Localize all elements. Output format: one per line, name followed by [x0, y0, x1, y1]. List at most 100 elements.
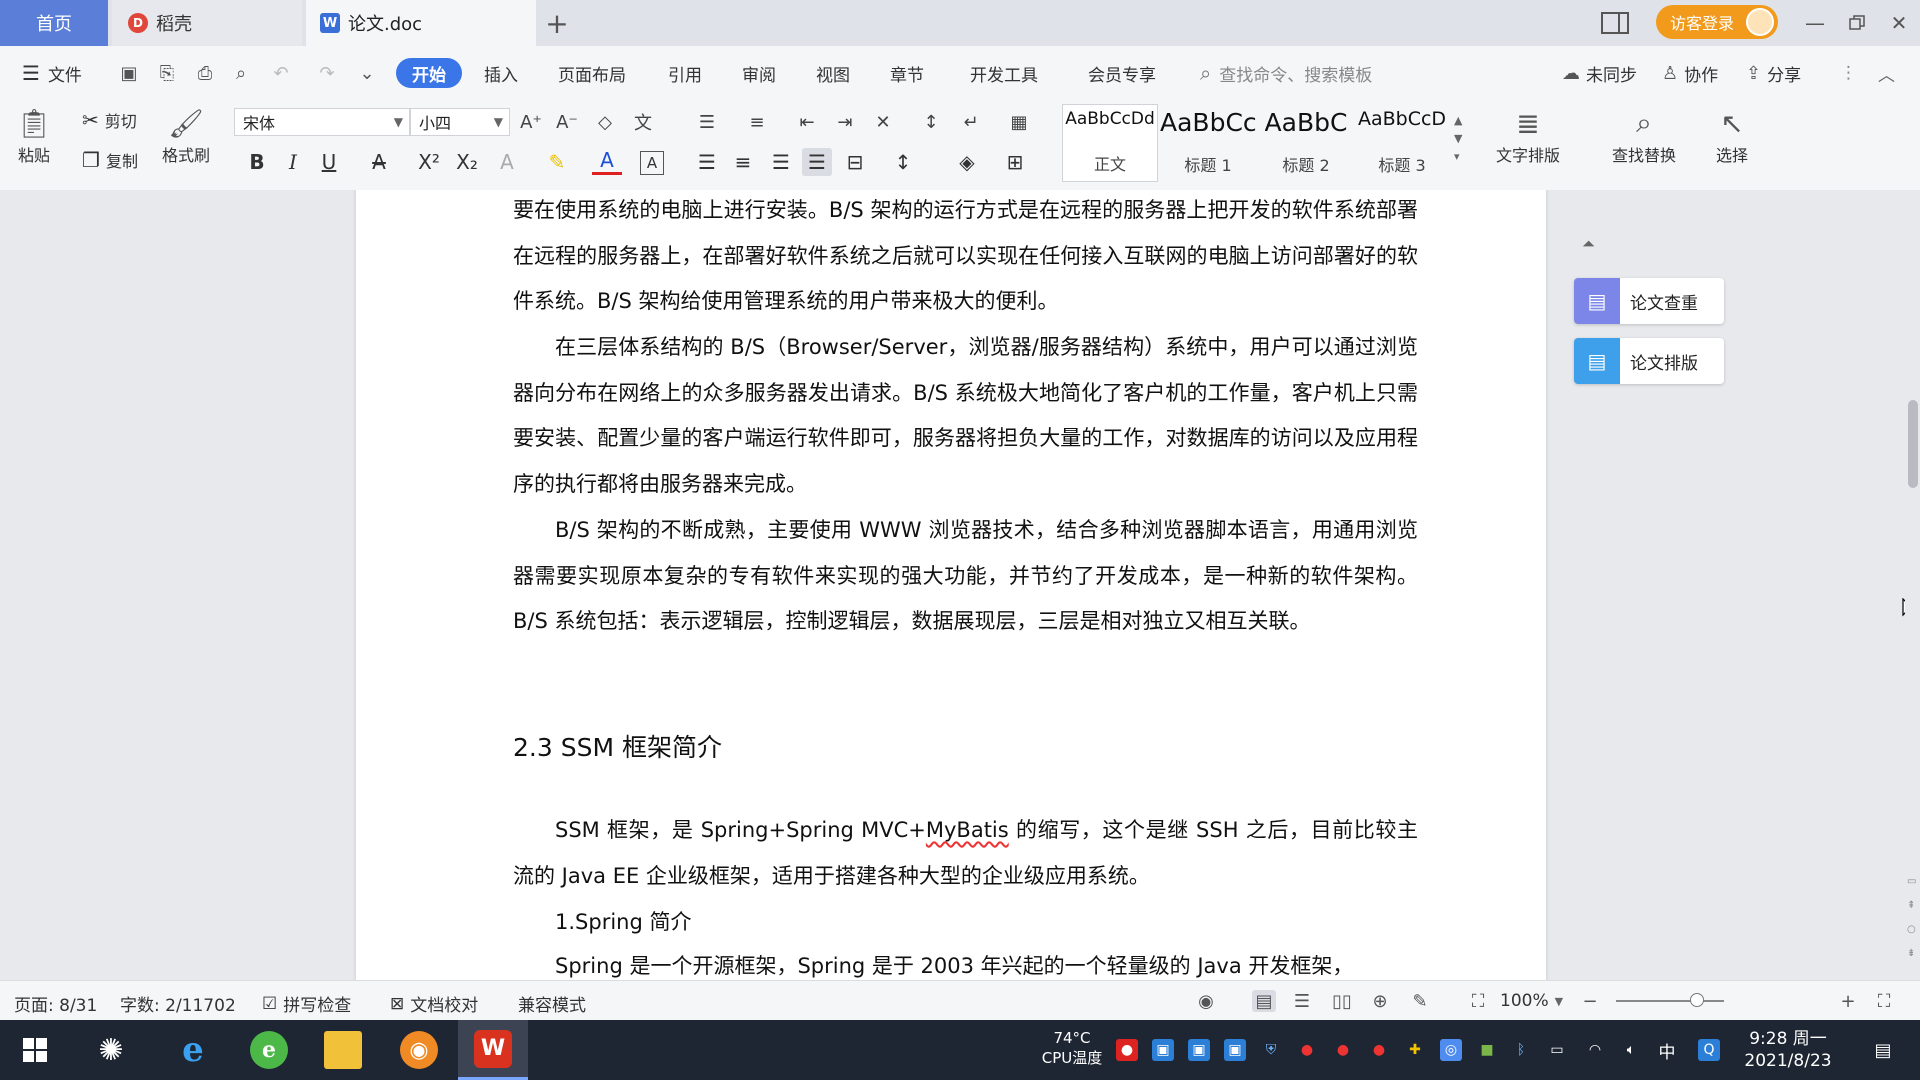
clear-format-icon[interactable]: ◇	[590, 108, 620, 136]
zoom-slider-knob[interactable]	[1690, 993, 1704, 1007]
borders-icon[interactable]: ⊞	[1000, 148, 1030, 176]
paragraph-ssm[interactable]: SSM 框架，是 Spring+Spring MVC+MyBatis 的缩写，这…	[513, 808, 1418, 899]
tab-developer[interactable]: 开发工具	[970, 58, 1038, 88]
proofread-button[interactable]: ⊠ 文档校对	[390, 991, 478, 1017]
decrease-font-icon[interactable]: A⁻	[552, 108, 582, 136]
align-left-icon[interactable]: ☰	[692, 148, 722, 176]
command-search[interactable]: ⌕ 查找命令、搜索模板	[1200, 58, 1372, 88]
align-right-icon[interactable]: ☰	[766, 148, 796, 176]
bold-icon[interactable]: B	[242, 148, 272, 176]
chevron-down-icon[interactable]: ⌄	[356, 62, 378, 84]
text-layout-button[interactable]: ≣ 文字排版	[1496, 104, 1560, 166]
paragraph-3[interactable]: B/S 架构的不断成熟，主要使用 WWW 浏览器技术，结合多种浏览器脚本语言，用…	[513, 508, 1418, 645]
word-count[interactable]: 字数: 2/11702	[120, 991, 236, 1016]
tray-search-icon[interactable]: Q	[1698, 1039, 1720, 1061]
zoom-slider[interactable]	[1616, 993, 1724, 1007]
tab-document[interactable]: W 论文.doc	[306, 0, 536, 46]
style-heading-2[interactable]: AaBbC 标题 2	[1258, 104, 1354, 182]
font-name-select[interactable]: 宋体 ▼	[234, 108, 410, 136]
tab-member[interactable]: 会员专享	[1088, 58, 1156, 88]
find-replace-button[interactable]: ⌕ 查找替换	[1612, 104, 1676, 166]
new-tab-button[interactable]: +	[540, 6, 574, 40]
collaborate-button[interactable]: ♙ 协作	[1662, 58, 1718, 88]
chinese-layout-icon[interactable]: ✕	[868, 108, 898, 136]
shield-icon[interactable]: ⛨	[1260, 1039, 1282, 1061]
indent-icon[interactable]: ⇥	[830, 108, 860, 136]
web-view-icon[interactable]: ⊕	[1368, 990, 1392, 1012]
zoom-select[interactable]: 100% ▼	[1500, 991, 1563, 1011]
style-heading-1[interactable]: AaBbCc 标题 1	[1160, 104, 1256, 182]
tab-page-layout[interactable]: 页面布局	[558, 58, 626, 88]
paragraph-2[interactable]: 在三层体系结构的 B/S（Browser/Server，浏览器/服务器结构）系统…	[513, 325, 1418, 507]
fullscreen-icon[interactable]: ⛶	[1872, 990, 1896, 1012]
ime-indicator[interactable]: 中	[1656, 1039, 1678, 1063]
increase-font-icon[interactable]: A⁺	[516, 108, 546, 136]
reading-mode-icon[interactable]	[1600, 8, 1630, 38]
page-indicator[interactable]: 页面: 8/31	[14, 991, 97, 1016]
volume-icon[interactable]: 🔈︎	[1620, 1039, 1642, 1061]
show-marks-icon[interactable]: ↵	[956, 108, 986, 136]
nvidia-icon[interactable]: ■	[1476, 1039, 1498, 1061]
taskbar-ie[interactable]: e	[158, 1020, 228, 1080]
phonetic-icon[interactable]: 文	[628, 108, 658, 136]
styles-scroll-icon[interactable]: ▲ ▼ ▾	[1454, 112, 1462, 166]
tab-chapter[interactable]: 章节	[890, 58, 924, 88]
sync-status[interactable]: ☁ 未同步	[1562, 58, 1637, 88]
paragraph-1[interactable]: 要在使用系统的电脑上进行安装。B/S 架构的运行方式是在远程的服务器上把开发的软…	[513, 188, 1418, 325]
minimize-icon[interactable]: —	[1800, 8, 1830, 38]
superscript-icon[interactable]: X²	[414, 148, 444, 176]
tab-start[interactable]: 开始	[396, 58, 462, 88]
battery-icon[interactable]: ▭	[1546, 1039, 1568, 1061]
section-heading[interactable]: 2.3 SSM 框架简介	[513, 728, 722, 764]
tray-penguin-icon[interactable]: ●	[1368, 1039, 1390, 1061]
close-icon[interactable]: ✕	[1884, 8, 1914, 38]
taskbar-app-1[interactable]: ✺	[76, 1020, 146, 1080]
tab-home[interactable]: 首页	[0, 0, 108, 46]
spell-check-button[interactable]: ☑ 拼写检查	[262, 991, 351, 1017]
eye-protect-icon[interactable]: ◉	[1194, 990, 1218, 1012]
tab-view[interactable]: 视图	[816, 58, 850, 88]
wifi-icon[interactable]: ◠	[1584, 1039, 1606, 1061]
paper-check-button[interactable]: ▤ 论文查重	[1574, 278, 1724, 324]
outdent-icon[interactable]: ⇤	[792, 108, 822, 136]
share-button[interactable]: ⇪ 分享	[1746, 58, 1801, 88]
style-normal[interactable]: AaBbCcDd 正文	[1062, 104, 1158, 182]
print-icon[interactable]: ⎙	[194, 62, 216, 84]
redo-icon[interactable]: ↷	[316, 62, 338, 84]
bullet-list-icon[interactable]: ☰	[692, 108, 722, 136]
highlight-icon[interactable]: ✎	[542, 148, 572, 176]
collapse-panel-icon[interactable]: ⏶	[1582, 234, 1595, 254]
font-size-select[interactable]: 小四 ▼	[410, 108, 510, 136]
tab-daoke[interactable]: D 稻壳	[112, 0, 302, 46]
cpu-temp[interactable]: 74°C CPU温度	[1036, 1028, 1108, 1068]
style-heading-3[interactable]: AaBbCcD 标题 3	[1356, 104, 1448, 182]
zoom-in-icon[interactable]: +	[1836, 990, 1860, 1012]
export-icon[interactable]: ⎘	[156, 62, 178, 84]
line-spacing-icon[interactable]: ↕	[888, 148, 918, 176]
subscript-icon[interactable]: X₂	[452, 148, 482, 176]
tab-references[interactable]: 引用	[668, 58, 702, 88]
clock[interactable]: 9:28 周一 2021/8/23	[1738, 1028, 1838, 1072]
taskbar-browser[interactable]: e	[234, 1020, 304, 1080]
notification-icon[interactable]: ▤	[1870, 1039, 1896, 1061]
start-button[interactable]	[0, 1020, 70, 1080]
collapse-ribbon-icon[interactable]: ︿	[1878, 58, 1895, 88]
misspelled-word[interactable]: MyBatis	[926, 818, 1009, 842]
tray-app-icon[interactable]: ▣	[1224, 1039, 1246, 1061]
paste-button[interactable]: 📋︎ 粘贴	[16, 104, 52, 166]
sort-icon[interactable]: ↕	[916, 108, 946, 136]
table-grid-icon[interactable]: ▦	[1004, 108, 1034, 136]
tab-insert[interactable]: 插入	[484, 58, 518, 88]
taskbar-wps[interactable]: W	[458, 1020, 528, 1080]
reading-view-icon[interactable]: ▯▯	[1330, 990, 1354, 1012]
copy-button[interactable]: ❐ 复制	[82, 148, 138, 172]
outline-view-icon[interactable]: ☰	[1290, 990, 1314, 1012]
file-menu[interactable]: ☰ 文件	[22, 58, 82, 88]
fit-page-icon[interactable]: ⛶	[1466, 990, 1490, 1012]
char-border-icon[interactable]: A	[640, 151, 664, 175]
zoom-out-icon[interactable]: −	[1578, 990, 1602, 1012]
bluetooth-icon[interactable]: ᛒ	[1510, 1039, 1532, 1061]
tray-penguin-icon[interactable]: ●	[1332, 1039, 1354, 1061]
align-center-icon[interactable]: ≡	[728, 148, 758, 176]
text-effect-icon[interactable]: A	[492, 148, 522, 176]
